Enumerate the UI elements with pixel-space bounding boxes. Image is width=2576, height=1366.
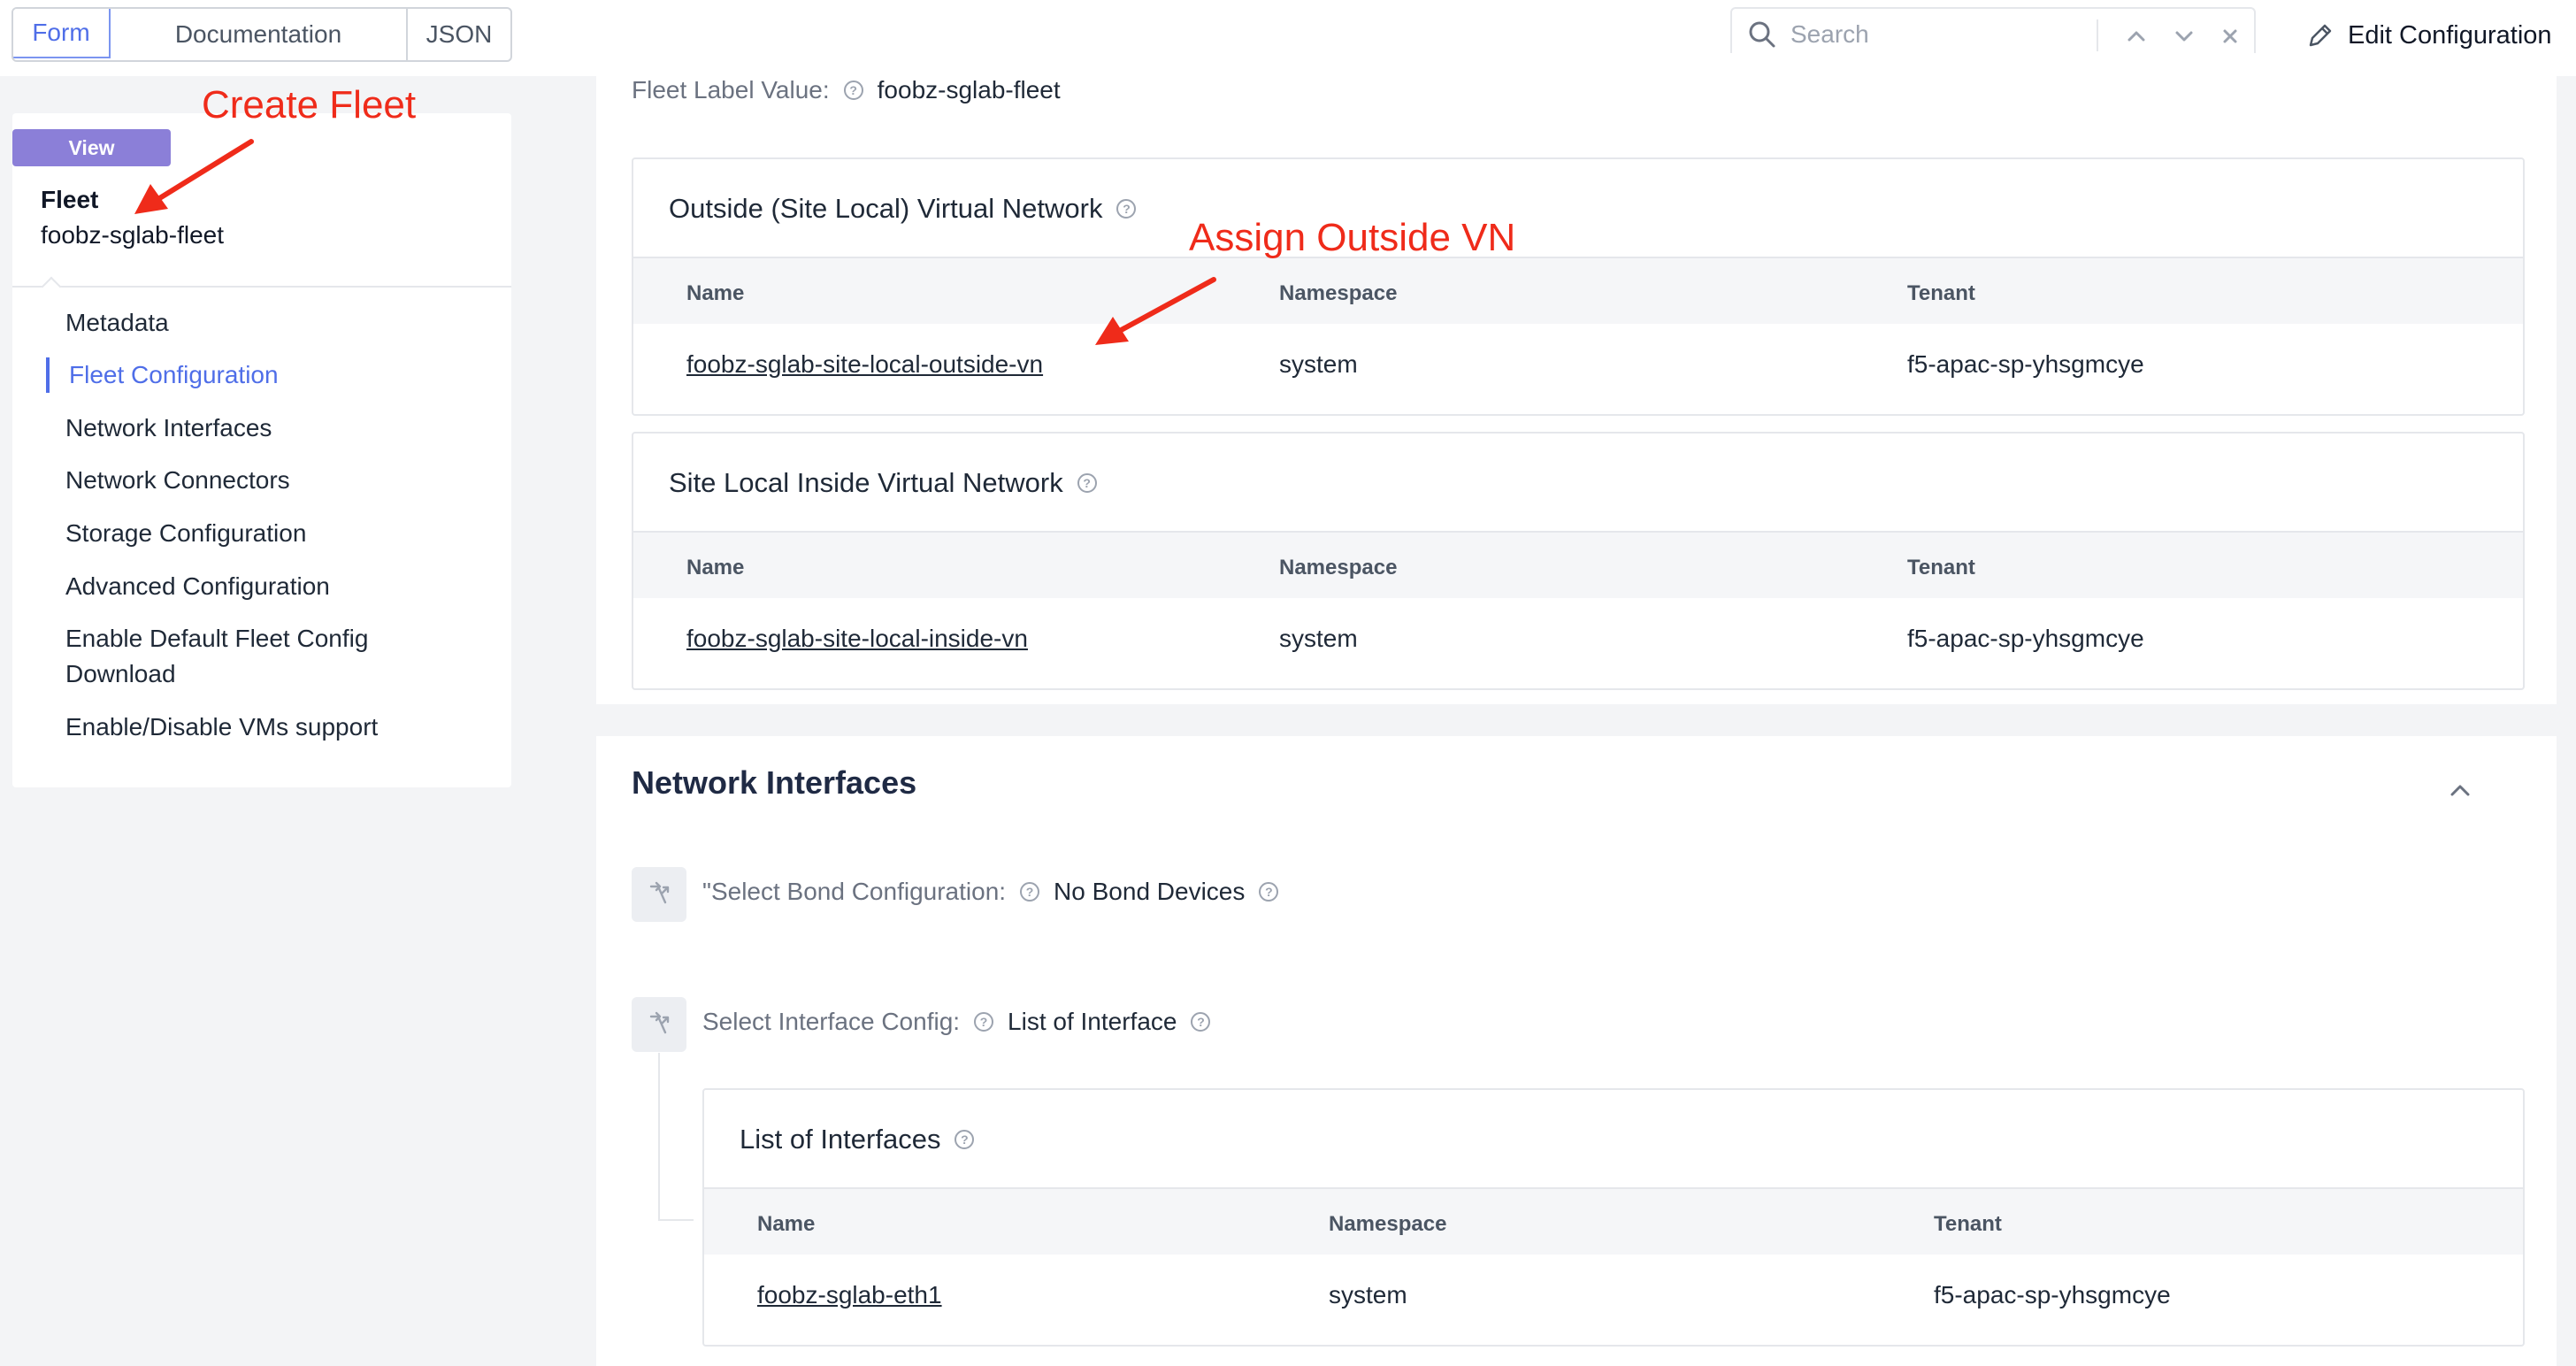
branch-icon xyxy=(632,997,686,1052)
inside-vn-link[interactable]: foobz-sglab-site-local-inside-vn xyxy=(686,625,1028,653)
interface-link[interactable]: foobz-sglab-eth1 xyxy=(757,1281,942,1309)
table-header: Name Namespace Tenant xyxy=(704,1187,2523,1255)
search-icon xyxy=(1746,19,1778,50)
interface-config-field: Select Interface Config: ? List of Inter… xyxy=(702,1008,1211,1036)
column-header-namespace: Namespace xyxy=(1279,281,1398,305)
search-divider xyxy=(2097,19,2098,51)
tab-form[interactable]: Form xyxy=(13,9,111,58)
outside-vn-link[interactable]: foobz-sglab-site-local-outside-vn xyxy=(686,350,1043,379)
help-icon[interactable]: ? xyxy=(1077,473,1097,493)
sidebar-item-default-fleet-config-download[interactable]: Enable Default Fleet Config Download xyxy=(65,621,410,692)
column-header-namespace: Namespace xyxy=(1329,1212,1447,1236)
view-mode-tabs: Form Documentation JSON xyxy=(12,7,512,62)
table-header: Name Namespace Tenant xyxy=(633,531,2523,598)
inside-vn-namespace: system xyxy=(1279,625,1358,652)
column-header-name: Name xyxy=(686,281,745,305)
collapse-chevron-icon[interactable] xyxy=(2447,777,2473,808)
table-row: foobz-sglab-site-local-outside-vn system… xyxy=(633,324,2523,412)
object-type: Fleet xyxy=(41,186,99,213)
fleet-label-value: foobz-sglab-fleet xyxy=(877,76,1061,104)
bond-config-field: "Select Bond Configuration: ? No Bond De… xyxy=(702,878,1279,906)
column-header-namespace: Namespace xyxy=(1279,556,1398,579)
column-header-name: Name xyxy=(686,556,745,579)
interface-config-value: List of Interface xyxy=(1008,1008,1177,1035)
inside-vn-title: Site Local Inside Virtual Network xyxy=(669,467,1063,498)
help-icon[interactable]: ? xyxy=(1020,882,1040,902)
bond-config-value: No Bond Devices xyxy=(1054,878,1246,905)
branch-icon xyxy=(632,867,686,922)
object-name: foobz-sglab-fleet xyxy=(41,221,225,249)
inside-vn-header: Site Local Inside Virtual Network ? xyxy=(669,467,1097,499)
sidebar-item-vms-support[interactable]: Enable/Disable VMs support xyxy=(65,710,437,745)
tab-documentation[interactable]: Documentation xyxy=(111,9,408,60)
interfaces-list-header: List of Interfaces ? xyxy=(740,1124,975,1155)
sidebar-item-network-interfaces[interactable]: Network Interfaces xyxy=(65,411,437,446)
active-indicator xyxy=(46,357,50,393)
outside-vn-header: Outside (Site Local) Virtual Network ? xyxy=(669,193,1137,225)
sidebar-divider xyxy=(12,286,511,288)
interface-config-label: Select Interface Config: xyxy=(702,1008,961,1035)
help-icon[interactable]: ? xyxy=(1116,199,1137,219)
outside-vn-tenant: f5-apac-sp-yhsgmcye xyxy=(1907,350,2144,378)
help-icon[interactable]: ? xyxy=(974,1012,994,1032)
interface-tenant: f5-apac-sp-yhsgmcye xyxy=(1934,1281,2171,1308)
sidebar-item-metadata[interactable]: Metadata xyxy=(65,305,437,341)
help-icon[interactable]: ? xyxy=(843,81,863,100)
help-icon[interactable]: ? xyxy=(954,1130,975,1149)
help-icon[interactable]: ? xyxy=(1191,1012,1211,1032)
interfaces-list-title: List of Interfaces xyxy=(740,1124,941,1155)
tree-connector xyxy=(658,1053,660,1221)
search-clear-icon[interactable] xyxy=(2215,21,2245,51)
sidebar-item-fleet-configuration[interactable]: Fleet Configuration xyxy=(69,357,441,393)
search-previous-icon[interactable] xyxy=(2121,21,2151,51)
outside-vn-namespace: system xyxy=(1279,350,1358,378)
pencil-icon xyxy=(2305,20,2348,50)
interface-namespace: system xyxy=(1329,1281,1407,1308)
annotation-arrow-icon xyxy=(134,139,254,214)
inside-vn-tenant: f5-apac-sp-yhsgmcye xyxy=(1907,625,2144,652)
network-interfaces-title: Network Interfaces xyxy=(632,764,917,801)
column-header-tenant: Tenant xyxy=(1907,281,1975,305)
help-icon[interactable]: ? xyxy=(1259,882,1279,902)
interfaces-list-section: List of Interfaces ? Name Namespace Tena… xyxy=(702,1088,2525,1347)
column-header-tenant: Tenant xyxy=(1934,1212,2002,1236)
table-row: foobz-sglab-site-local-inside-vn system … xyxy=(633,598,2523,687)
sidebar-item-advanced-configuration[interactable]: Advanced Configuration xyxy=(65,569,437,604)
table-header: Name Namespace Tenant xyxy=(633,257,2523,324)
sidebar-item-network-connectors[interactable]: Network Connectors xyxy=(65,463,437,498)
bond-config-label: "Select Bond Configuration: xyxy=(702,878,1007,905)
tree-connector-branch xyxy=(658,1219,694,1221)
outside-vn-section: Outside (Site Local) Virtual Network ? N… xyxy=(632,157,2525,416)
edit-configuration-label: Edit Configuration xyxy=(2348,20,2552,50)
annotation-assign-outside-vn: Assign Outside VN xyxy=(1189,216,1516,259)
annotation-create-fleet: Create Fleet xyxy=(202,83,417,127)
search-next-icon[interactable] xyxy=(2169,21,2199,51)
inside-vn-section: Site Local Inside Virtual Network ? Name… xyxy=(632,432,2525,690)
fleet-label-label: Fleet Label Value: xyxy=(632,76,830,104)
tab-json[interactable]: JSON xyxy=(408,9,510,60)
search-input[interactable]: Search xyxy=(1790,20,1869,49)
column-header-name: Name xyxy=(757,1212,816,1236)
fleet-label-field: Fleet Label Value: ? foobz-sglab-fleet xyxy=(632,76,1061,104)
sidebar-item-storage-configuration[interactable]: Storage Configuration xyxy=(65,516,437,551)
annotation-arrow-icon xyxy=(1095,277,1216,345)
table-row: foobz-sglab-eth1 system f5-apac-sp-yhsgm… xyxy=(704,1255,2523,1343)
outside-vn-title: Outside (Site Local) Virtual Network xyxy=(669,193,1103,224)
column-header-tenant: Tenant xyxy=(1907,556,1975,579)
